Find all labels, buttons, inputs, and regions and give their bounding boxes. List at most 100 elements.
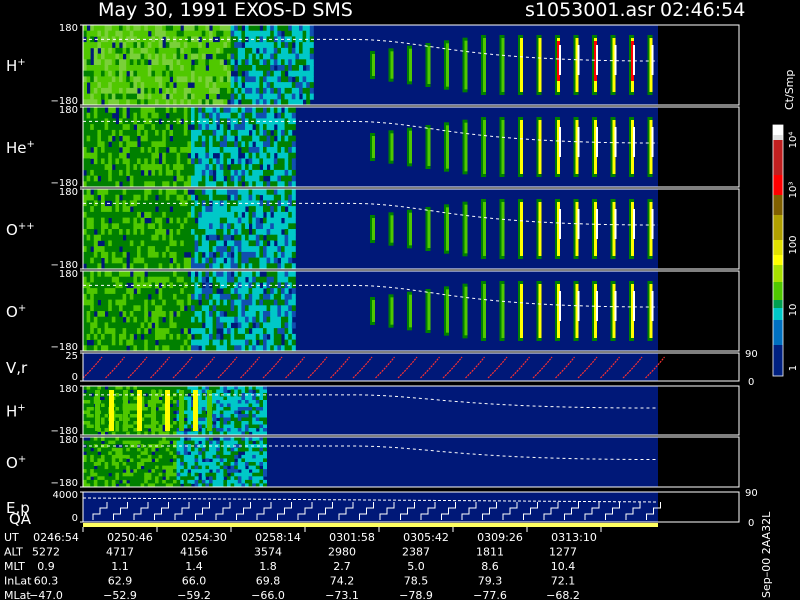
footer-cell: 2.7 xyxy=(333,560,351,573)
panel-label: V,r xyxy=(6,359,28,377)
panel-4: V,r 25 0 90 0 xyxy=(6,349,758,388)
footer-cell: 0254:30 xyxy=(181,531,227,544)
right-tick-min: 0 xyxy=(748,377,754,388)
y-tick-max: 180 xyxy=(59,269,78,280)
footer-side-label: Sep–00 2AA32L xyxy=(760,511,773,598)
footer-cell: −47.0 xyxy=(29,589,63,600)
panel-label: He+ xyxy=(6,139,35,157)
colorbar-tick: 10 xyxy=(788,304,799,317)
panel-3: O+180−180 xyxy=(6,269,740,353)
y-tick-max: 4000 xyxy=(53,490,78,501)
panel-label: H+ xyxy=(6,57,26,75)
colorbar-tick: 10⁴ xyxy=(788,132,799,149)
footer-cell: 0305:42 xyxy=(403,531,449,544)
panel-label-sup: + xyxy=(27,139,35,150)
footer-cell: 0246:54 xyxy=(33,531,79,544)
footer-row-label: MLT xyxy=(4,560,25,573)
panel-sub-label: QA xyxy=(9,510,32,528)
footer-cell: 62.9 xyxy=(108,575,133,588)
footer-cell: 8.6 xyxy=(481,560,499,573)
panel-5: H+180−180 xyxy=(6,384,740,437)
file-name: s1053001.asr xyxy=(525,0,655,21)
footer-cell: 72.1 xyxy=(551,575,576,588)
header-time: 02:46:54 xyxy=(660,0,745,21)
footer-cell: 1.4 xyxy=(185,560,203,573)
panel-label: O+ xyxy=(6,454,26,472)
footer-cell: 69.8 xyxy=(256,575,281,588)
footer-cell: −73.1 xyxy=(325,589,359,600)
colorbar-swatch xyxy=(773,195,783,215)
colorbar-swatch xyxy=(773,345,783,376)
footer-cell: 74.2 xyxy=(330,575,355,588)
footer-cell: −52.9 xyxy=(103,589,137,600)
colorbar-swatch xyxy=(773,300,783,308)
colorbar-swatch xyxy=(773,320,783,345)
panel-6: O+ 180 −180 xyxy=(6,435,740,489)
footer-cell: 10.4 xyxy=(551,560,576,573)
chart-title: May 30, 1991 EXOS-D SMS xyxy=(98,0,353,21)
footer-cell: 0258:14 xyxy=(255,531,301,544)
footer-row-label: ALT xyxy=(4,546,23,559)
panel-label-sup: + xyxy=(18,303,26,314)
qa-bar xyxy=(83,523,658,527)
footer-cell: −68.2 xyxy=(546,589,580,600)
footer-cell: 3574 xyxy=(254,546,282,559)
colorbar-swatch xyxy=(773,282,783,300)
footer-cell: 78.5 xyxy=(404,575,429,588)
colorbar: Ct/Smp 10⁴ 10³ 100 10 1 xyxy=(772,70,799,377)
panel-2: O++180−180 xyxy=(6,187,740,271)
panel-cells xyxy=(83,437,267,488)
chart-root: May 30, 1991 EXOS-D SMS s1053001.asr 02:… xyxy=(0,0,800,600)
right-tick-min: 0 xyxy=(748,518,754,529)
footer-row-label: InLat xyxy=(4,575,32,588)
footer-cell: 60.3 xyxy=(34,575,59,588)
y-tick-max: 180 xyxy=(59,187,78,198)
footer-cell: 1.8 xyxy=(259,560,277,573)
footer-cell: 1.1 xyxy=(111,560,129,573)
y-tick-min: 0 xyxy=(72,372,78,383)
colorbar-label: Ct/Smp xyxy=(783,70,796,110)
footer-cell: 5.0 xyxy=(407,560,425,573)
footer-cell: 0301:58 xyxy=(329,531,375,544)
y-tick-min: −180 xyxy=(51,478,78,489)
footer-cell: 4717 xyxy=(106,546,134,559)
panel-label-sup: + xyxy=(17,57,25,68)
panel-label-sup: + xyxy=(18,454,26,465)
panel-label: O++ xyxy=(6,221,35,239)
y-tick-max: 180 xyxy=(59,384,78,395)
footer-cell: 2387 xyxy=(402,546,430,559)
footer-row-label: UT xyxy=(4,531,19,544)
colorbar-swatch xyxy=(773,215,783,240)
panel-7: E,pQA40000900 xyxy=(6,488,758,529)
colorbar-swatch xyxy=(773,240,783,255)
colorbar-tick: 10³ xyxy=(788,182,799,199)
y-tick-max: 180 xyxy=(59,23,78,34)
colorbar-swatch xyxy=(773,135,783,140)
footer-cell: 0309:26 xyxy=(477,531,523,544)
footer-cell: 79.3 xyxy=(478,575,503,588)
footer-cell: 0.9 xyxy=(37,560,55,573)
footer-cell: 1277 xyxy=(549,546,577,559)
footer-cell: 0250:46 xyxy=(107,531,153,544)
colorbar-swatch xyxy=(773,308,783,320)
chart-svg: May 30, 1991 EXOS-D SMS s1053001.asr 02:… xyxy=(4,0,799,600)
panel-label-sup: + xyxy=(17,403,25,414)
panel-label-sup: ++ xyxy=(18,221,35,232)
colorbar-swatch xyxy=(773,175,783,195)
footer-cell: 5272 xyxy=(32,546,60,559)
footer-cell: 66.0 xyxy=(182,575,207,588)
footer-cell: −59.2 xyxy=(177,589,211,600)
panel-label: O+ xyxy=(6,303,26,321)
colorbar-swatch xyxy=(773,265,783,282)
colorbar-swatch xyxy=(773,255,783,265)
y-tick-max: 25 xyxy=(65,351,78,362)
footer-cell: 0313:10 xyxy=(551,531,597,544)
panels-group: H+180−180He+180−180O++180−180O+180−180V,… xyxy=(6,23,758,529)
colorbar-tick: 100 xyxy=(788,235,799,254)
footer-cell: −66.0 xyxy=(251,589,285,600)
panel-label: H+ xyxy=(6,403,26,421)
colorbar-tick: 1 xyxy=(788,365,799,371)
right-tick-max: 90 xyxy=(745,349,758,360)
footer-row-label: MLat xyxy=(4,589,31,600)
y-tick-min: 0 xyxy=(72,513,78,524)
